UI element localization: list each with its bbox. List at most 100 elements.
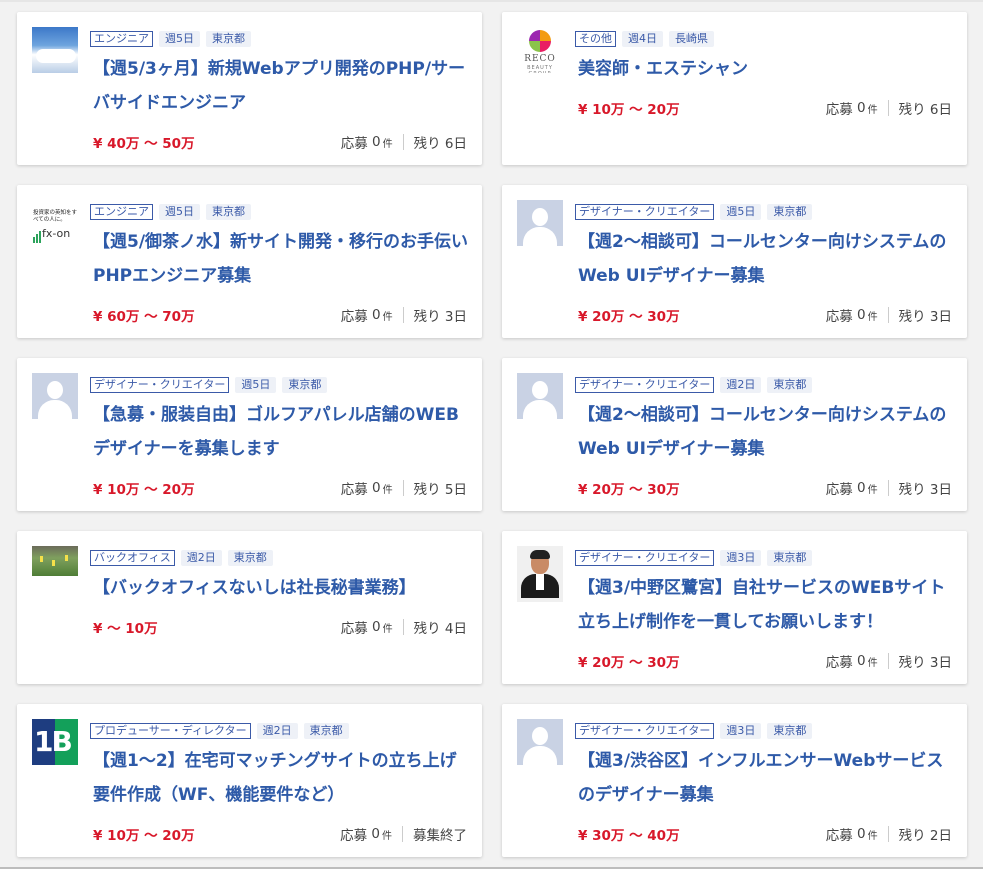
job-card[interactable]: エンジニア 週5日 東京都 【週5/3ヶ月】新規Webアプリ開発のPHP/サーバ… (17, 12, 482, 165)
applicants-unit: 件 (867, 311, 878, 323)
applicants-count: 0 (372, 619, 381, 635)
job-title-link[interactable]: 【週2〜相談可】コールセンター向けシステムのWeb UIデザイナー募集 (578, 398, 958, 466)
remaining-days: 残り 6日 (413, 136, 467, 152)
job-title-link[interactable]: 【週5/御茶ノ水】新サイト開発・移行のお手伝いPHPエンジニア募集 (93, 225, 473, 293)
days-tag: 週2日 (180, 550, 222, 566)
job-meta: 応募 0件 残り 4日 (341, 617, 467, 637)
meta-divider (402, 134, 404, 150)
applicants-unit: 件 (867, 104, 878, 116)
job-title-link[interactable]: 【週1〜2】在宅可マッチングサイトの立ち上げ要件作成（WF、機能要件など） (93, 744, 473, 812)
meta-divider (887, 480, 889, 496)
days-tag: 週5日 (235, 377, 277, 393)
tag-row: デザイナー・クリエイター 週5日 東京都 (90, 376, 328, 394)
job-title-link[interactable]: 【週3/渋谷区】インフルエンサーWebサービスのデザイナー募集 (578, 744, 958, 812)
applicants-label: 応募 (825, 482, 853, 498)
remaining-days: 残り 2日 (898, 828, 952, 844)
job-card[interactable]: RECO BEAUTY GROUP その他 週4日 長崎県 美容師・エステシャン… (502, 12, 967, 165)
meta-divider (887, 653, 889, 669)
salary-range: ¥ 60万 〜 70万 (93, 309, 195, 325)
job-card[interactable]: デザイナー・クリエイター 週3日 東京都 【週3/中野区鷺宮】自社サービスのWE… (502, 531, 967, 684)
salary-range: ¥ 10万 〜 20万 (578, 102, 680, 118)
job-card[interactable]: バックオフィス 週2日 東京都 【バックオフィスないしは社長秘書業務】 ¥ 〜 … (17, 531, 482, 684)
applicants-label: 応募 (340, 309, 368, 325)
salary-range: ¥ 〜 10万 (93, 621, 158, 637)
job-card[interactable]: デザイナー・クリエイター 週2日 東京都 【週2〜相談可】コールセンター向けシス… (502, 358, 967, 511)
job-card[interactable]: デザイナー・クリエイター 週5日 東京都 【週2〜相談可】コールセンター向けシス… (502, 185, 967, 338)
meta-divider (402, 307, 404, 323)
category-tag: デザイナー・クリエイター (575, 723, 715, 739)
job-card[interactable]: デザイナー・クリエイター 週3日 東京都 【週3/渋谷区】インフルエンサーWeb… (502, 704, 967, 857)
location-tag: 東京都 (303, 723, 349, 739)
applicants-unit: 件 (382, 311, 393, 323)
job-meta: 応募 0件 残り 6日 (341, 132, 467, 152)
job-title-link[interactable]: 【週3/中野区鷺宮】自社サービスのWEBサイト立ち上げ制作を一貫してお願いします… (578, 571, 958, 639)
applicants-label: 応募 (340, 482, 368, 498)
tag-row: デザイナー・クリエイター 週5日 東京都 (575, 203, 813, 221)
category-tag: プロデューサー・ディレクター (90, 723, 251, 739)
days-tag: 週2日 (720, 377, 762, 393)
default-avatar-icon (517, 200, 563, 246)
location-tag: 東京都 (282, 377, 328, 393)
applicants-count: 0 (372, 480, 381, 496)
location-tag: 東京都 (206, 204, 251, 220)
remaining-days: 残り 3日 (898, 309, 952, 325)
default-avatar-icon (517, 719, 563, 765)
tag-row: バックオフィス 週2日 東京都 (90, 549, 273, 567)
category-tag: その他 (575, 31, 616, 47)
tag-row: デザイナー・クリエイター 週2日 東京都 (575, 376, 813, 394)
job-title-link[interactable]: 【急募・服装自由】ゴルフアパレル店舗のWEBデザイナーを募集します (93, 398, 473, 466)
remaining-days: 残り 3日 (898, 655, 952, 671)
meta-divider (887, 307, 889, 323)
days-tag: 週5日 (159, 31, 200, 47)
days-tag: 週3日 (720, 723, 762, 739)
soccer-photo (32, 546, 78, 576)
job-card[interactable]: 投資家の英知をすべての人に。 fx-on エンジニア 週5日 東京都 【週5/御… (17, 185, 482, 338)
category-tag: エンジニア (90, 31, 153, 47)
job-thumbnail (32, 27, 78, 73)
remaining-days: 残り 4日 (413, 621, 467, 637)
default-avatar-icon (517, 373, 563, 419)
salary-range: ¥ 20万 〜 30万 (578, 309, 680, 325)
job-card-grid: エンジニア 週5日 東京都 【週5/3ヶ月】新規Webアプリ開発のPHP/サーバ… (0, 0, 983, 869)
category-tag: バックオフィス (90, 550, 175, 566)
job-meta: 応募 0件 残り 3日 (341, 305, 467, 325)
meta-divider (402, 619, 404, 635)
applicants-label: 応募 (340, 828, 368, 844)
category-tag: デザイナー・クリエイター (575, 204, 715, 220)
applicants-unit: 件 (382, 830, 392, 842)
tag-row: エンジニア 週5日 東京都 (90, 30, 251, 48)
applicants-count: 0 (372, 134, 381, 150)
job-title-link[interactable]: 美容師・エステシャン (578, 52, 958, 86)
location-tag: 長崎県 (669, 31, 714, 47)
days-tag: 週5日 (720, 204, 762, 220)
applicants-unit: 件 (382, 138, 393, 150)
job-card[interactable]: 1B プロデューサー・ディレクター 週2日 東京都 【週1〜2】在宅可マッチング… (17, 704, 482, 857)
default-avatar-icon (32, 373, 78, 419)
location-tag: 東京都 (206, 31, 251, 47)
days-tag: 週4日 (622, 31, 663, 47)
applicants-label: 応募 (825, 828, 853, 844)
applicants-label: 応募 (340, 136, 368, 152)
recruitment-status: 募集終了 (413, 828, 467, 844)
meta-divider (887, 100, 889, 116)
tag-row: プロデューサー・ディレクター 週2日 東京都 (90, 722, 349, 740)
applicants-unit: 件 (867, 484, 878, 496)
applicants-count: 0 (857, 307, 866, 323)
fx-on-logo: 投資家の英知をすべての人に。 fx-on (32, 200, 78, 246)
category-tag: デザイナー・クリエイター (575, 377, 715, 393)
job-title-link[interactable]: 【バックオフィスないしは社長秘書業務】 (93, 571, 473, 605)
location-tag: 東京都 (767, 723, 813, 739)
tag-row: デザイナー・クリエイター 週3日 東京都 (575, 722, 813, 740)
job-card[interactable]: デザイナー・クリエイター 週5日 東京都 【急募・服装自由】ゴルフアパレル店舗の… (17, 358, 482, 511)
salary-range: ¥ 40万 〜 50万 (93, 136, 195, 152)
location-tag: 東京都 (767, 377, 813, 393)
job-title-link[interactable]: 【週5/3ヶ月】新規Webアプリ開発のPHP/サーバサイドエンジニア (93, 52, 473, 120)
reco-beauty-logo: RECO BEAUTY GROUP (517, 27, 563, 73)
location-tag: 東京都 (767, 550, 813, 566)
remaining-days: 残り 6日 (898, 102, 952, 118)
location-tag: 東京都 (767, 204, 813, 220)
salary-range: ¥ 30万 〜 40万 (578, 828, 680, 844)
applicants-label: 応募 (825, 102, 853, 118)
applicants-count: 0 (857, 826, 866, 842)
job-title-link[interactable]: 【週2〜相談可】コールセンター向けシステムのWeb UIデザイナー募集 (578, 225, 958, 293)
